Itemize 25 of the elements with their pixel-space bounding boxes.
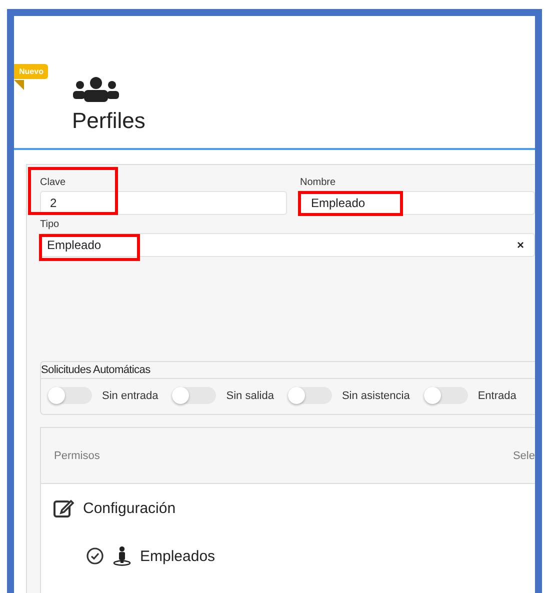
field-label: Tipo bbox=[40, 219, 60, 230]
toggle-switch[interactable] bbox=[48, 387, 92, 404]
toggle-switch[interactable] bbox=[288, 387, 332, 404]
column-header: Permisos bbox=[54, 450, 100, 462]
toggle-switch[interactable] bbox=[424, 387, 468, 404]
users-icon bbox=[72, 76, 120, 102]
new-badge: Nuevo bbox=[14, 64, 48, 79]
column-header: Sele bbox=[512, 450, 535, 462]
section-title: Solicitudes Automáticas bbox=[41, 362, 535, 379]
toggle-label: Sin salida bbox=[226, 390, 274, 402]
toggle-switch[interactable] bbox=[172, 387, 216, 404]
badge-fold-icon bbox=[14, 80, 24, 90]
input-field[interactable]: Empleado bbox=[300, 191, 535, 215]
field-label: Clave bbox=[40, 177, 67, 188]
input-field[interactable]: 2 bbox=[40, 191, 287, 215]
toggle-label: Entrada bbox=[478, 390, 516, 402]
section-label[interactable]: Configuración bbox=[83, 500, 176, 516]
page-title: Perfiles bbox=[72, 108, 146, 134]
toggle-label: Sin asistencia bbox=[342, 390, 410, 402]
toggle-label: Sin entrada bbox=[102, 390, 158, 402]
clear-button[interactable]: × bbox=[516, 238, 524, 252]
field-label: Nombre bbox=[300, 177, 337, 188]
module-label[interactable]: Empleados bbox=[140, 548, 216, 564]
edit-icon bbox=[53, 498, 75, 518]
person-icon bbox=[112, 546, 132, 566]
